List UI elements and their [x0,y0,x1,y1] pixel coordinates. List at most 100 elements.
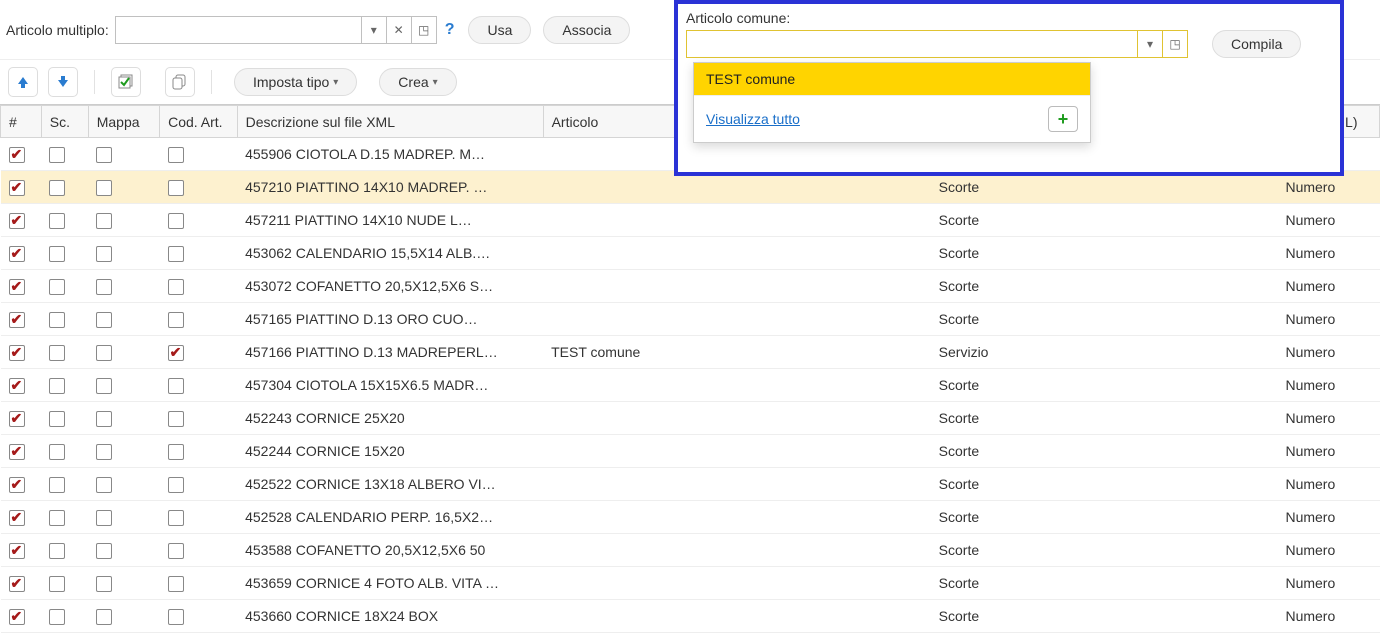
dropdown-item-test-comune[interactable]: TEST comune [694,63,1090,95]
col-hash[interactable]: # [1,106,42,138]
add-button[interactable]: + [1048,106,1078,132]
row-checkbox-mappa[interactable] [96,279,112,295]
table-row[interactable]: 452243 CORNICE 25X20ScorteNumero [1,402,1380,435]
row-checkbox-cod[interactable] [168,543,184,559]
row-checkbox-hash[interactable] [9,246,25,262]
chevron-down-icon[interactable]: ▾ [362,17,386,43]
row-checkbox-hash[interactable] [9,312,25,328]
check-button[interactable] [111,67,141,97]
associa-button[interactable]: Associa [543,16,630,44]
articolo-comune-combo[interactable]: ▾ ◳ [686,30,1188,58]
imposta-tipo-button[interactable]: Imposta tipo▾ [234,68,357,96]
row-checkbox-hash[interactable] [9,576,25,592]
table-row[interactable]: 457304 CIOTOLA 15X15X6.5 MADR…ScorteNume… [1,369,1380,402]
row-checkbox-mappa[interactable] [96,246,112,262]
row-checkbox-cod[interactable] [168,345,184,361]
row-checkbox-sc[interactable] [49,213,65,229]
row-checkbox-hash[interactable] [9,180,25,196]
help-icon[interactable]: ? [445,21,455,39]
row-checkbox-mappa[interactable] [96,576,112,592]
row-checkbox-cod[interactable] [168,444,184,460]
row-checkbox-cod[interactable] [168,279,184,295]
table-row[interactable]: 457166 PIATTINO D.13 MADREPERL…TEST comu… [1,336,1380,369]
col-sc[interactable]: Sc. [41,106,88,138]
visualizza-tutto-link[interactable]: Visualizza tutto [706,111,800,127]
table-row[interactable]: 452244 CORNICE 15X20ScorteNumero [1,435,1380,468]
row-checkbox-sc[interactable] [49,180,65,196]
row-checkbox-hash[interactable] [9,609,25,625]
row-checkbox-sc[interactable] [49,576,65,592]
row-checkbox-sc[interactable] [49,411,65,427]
move-up-button[interactable] [8,67,38,97]
popout-icon[interactable]: ◳ [412,17,436,43]
row-checkbox-sc[interactable] [49,246,65,262]
row-checkbox-cod[interactable] [168,411,184,427]
row-checkbox-hash[interactable] [9,147,25,163]
row-checkbox-mappa[interactable] [96,477,112,493]
articolo-comune-input[interactable] [687,31,1137,57]
col-cod[interactable]: Cod. Art. [160,106,238,138]
table-row[interactable]: 452522 CORNICE 13X18 ALBERO VI…ScorteNum… [1,468,1380,501]
row-checkbox-hash[interactable] [9,279,25,295]
row-checkbox-mappa[interactable] [96,312,112,328]
row-checkbox-hash[interactable] [9,510,25,526]
row-checkbox-mappa[interactable] [96,213,112,229]
table-row[interactable]: 453072 COFANETTO 20,5X12,5X6 S…ScorteNum… [1,270,1380,303]
row-checkbox-cod[interactable] [168,510,184,526]
row-checkbox-cod[interactable] [168,147,184,163]
row-checkbox-cod[interactable] [168,180,184,196]
table-row[interactable]: 453062 CALENDARIO 15,5X14 ALB.…ScorteNum… [1,237,1380,270]
row-checkbox-mappa[interactable] [96,444,112,460]
row-checkbox-mappa[interactable] [96,609,112,625]
articolo-multiplo-combo[interactable]: ▾ ✕ ◳ [115,16,437,44]
table-row[interactable]: 453588 COFANETTO 20,5X12,5X6 50ScorteNum… [1,534,1380,567]
row-checkbox-cod[interactable] [168,576,184,592]
row-checkbox-mappa[interactable] [96,411,112,427]
row-checkbox-mappa[interactable] [96,378,112,394]
row-checkbox-sc[interactable] [49,543,65,559]
row-checkbox-sc[interactable] [49,279,65,295]
crea-button[interactable]: Crea▾ [379,68,456,96]
row-checkbox-mappa[interactable] [96,147,112,163]
articolo-multiplo-input[interactable] [116,17,361,43]
row-checkbox-sc[interactable] [49,345,65,361]
row-checkbox-mappa[interactable] [96,180,112,196]
clear-icon[interactable]: ✕ [387,17,411,43]
col-mappa[interactable]: Mappa [88,106,159,138]
table-row[interactable]: 457211 PIATTINO 14X10 NUDE L…ScorteNumer… [1,204,1380,237]
row-checkbox-hash[interactable] [9,213,25,229]
row-checkbox-hash[interactable] [9,345,25,361]
row-checkbox-cod[interactable] [168,312,184,328]
row-checkbox-hash[interactable] [9,444,25,460]
row-checkbox-hash[interactable] [9,477,25,493]
row-checkbox-sc[interactable] [49,609,65,625]
row-checkbox-sc[interactable] [49,378,65,394]
row-checkbox-mappa[interactable] [96,345,112,361]
row-checkbox-sc[interactable] [49,477,65,493]
chevron-down-icon[interactable]: ▾ [1138,31,1162,57]
popout-icon[interactable]: ◳ [1163,31,1187,57]
row-checkbox-mappa[interactable] [96,510,112,526]
row-checkbox-hash[interactable] [9,378,25,394]
usa-button[interactable]: Usa [468,16,531,44]
table-row[interactable]: 457165 PIATTINO D.13 ORO CUO…ScorteNumer… [1,303,1380,336]
table-row[interactable]: 453659 CORNICE 4 FOTO ALB. VITA …ScorteN… [1,567,1380,600]
row-checkbox-sc[interactable] [49,312,65,328]
row-checkbox-sc[interactable] [49,444,65,460]
row-checkbox-cod[interactable] [168,477,184,493]
row-checkbox-cod[interactable] [168,609,184,625]
row-checkbox-hash[interactable] [9,543,25,559]
table-row[interactable]: 453660 CORNICE 18X24 BOXScorteNumero [1,600,1380,633]
col-desc[interactable]: Descrizione sul file XML [237,106,543,138]
copy-button[interactable] [165,67,195,97]
row-checkbox-sc[interactable] [49,510,65,526]
table-row[interactable]: 452528 CALENDARIO PERP. 16,5X2…ScorteNum… [1,501,1380,534]
row-checkbox-hash[interactable] [9,411,25,427]
row-checkbox-cod[interactable] [168,213,184,229]
row-checkbox-sc[interactable] [49,147,65,163]
row-checkbox-cod[interactable] [168,378,184,394]
compila-button[interactable]: Compila [1212,30,1301,58]
move-down-button[interactable] [48,67,78,97]
row-checkbox-mappa[interactable] [96,543,112,559]
row-checkbox-cod[interactable] [168,246,184,262]
